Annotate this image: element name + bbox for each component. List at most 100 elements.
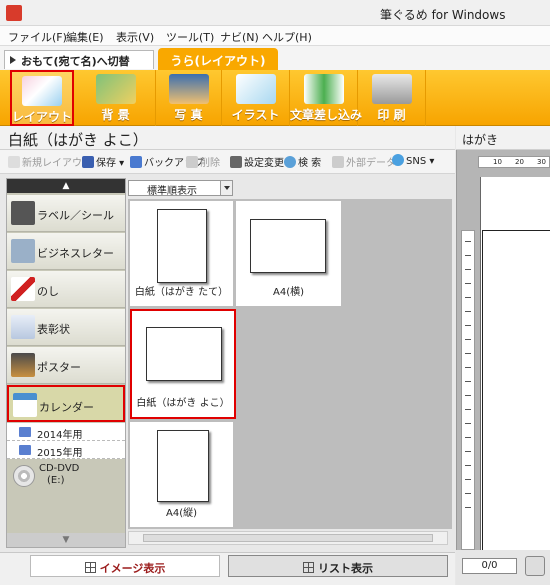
- scrollbar-thumb[interactable]: [143, 534, 433, 542]
- backup-icon: [130, 156, 142, 168]
- ribbon-illustration-button[interactable]: イラスト: [222, 70, 290, 126]
- preview-title: はがき: [456, 126, 550, 150]
- page-nav-button[interactable]: [525, 556, 545, 576]
- search-label: 検 索: [298, 158, 322, 169]
- subfolder-2014[interactable]: 2014年用: [7, 423, 125, 441]
- paper-thumbnail: [157, 430, 209, 502]
- delete-icon: [186, 156, 198, 168]
- menu-edit[interactable]: 編集(E): [66, 29, 104, 45]
- vertical-ruler: [461, 230, 475, 550]
- page-counter: 0/0: [462, 558, 517, 574]
- sns-icon: [392, 154, 404, 166]
- template-label: 白紙（はがき たて）: [134, 287, 229, 298]
- save-button[interactable]: 保存 ▾: [82, 154, 124, 169]
- template-label: A4(縦): [165, 508, 197, 519]
- search-icon: [284, 156, 296, 168]
- category-noshi-text: のし: [37, 285, 59, 298]
- template-item[interactable]: 白紙（はがき たて）: [130, 201, 233, 306]
- menu-tools[interactable]: ツール(T): [166, 29, 214, 45]
- category-certificate[interactable]: 表彰状: [7, 309, 125, 346]
- search-button[interactable]: 検 索: [284, 154, 321, 169]
- illustration-icon: [235, 74, 276, 104]
- settings-change-button[interactable]: 設定変更: [230, 154, 284, 169]
- category-label-text: ラベル／シール: [37, 209, 114, 222]
- subfolder-2015-label: 2015年用: [37, 448, 83, 459]
- save-label: 保存: [96, 158, 116, 169]
- horizontal-ruler: 10 20 30: [478, 156, 550, 168]
- ribbon-background-label: 背 景: [101, 108, 130, 122]
- category-label-sticker[interactable]: ラベル／シール: [7, 195, 125, 232]
- business-letter-icon: [11, 239, 35, 263]
- layout-icon: [22, 76, 62, 106]
- ribbon-print-label: 印 刷: [377, 108, 406, 122]
- scroll-up-button[interactable]: ▲: [7, 179, 125, 193]
- cd-dvd-icon: [13, 465, 35, 487]
- template-item-selected[interactable]: 白紙（はがき よこ）: [130, 309, 236, 419]
- folder-icon: [19, 427, 31, 437]
- category-poster[interactable]: ポスター: [7, 347, 125, 384]
- subfolder-2015[interactable]: 2015年用: [7, 441, 125, 459]
- category-calendar-text: カレンダー: [39, 401, 94, 414]
- menu-help[interactable]: ヘルプ(H): [262, 29, 312, 45]
- template-item[interactable]: A4(横): [236, 201, 341, 306]
- ruler-label: 20: [515, 158, 524, 166]
- category-noshi[interactable]: のし: [7, 271, 125, 308]
- ribbon-photo-button[interactable]: 写 真: [156, 70, 222, 126]
- settings-change-label: 設定変更: [244, 158, 284, 169]
- subfolder-2014-label: 2014年用: [37, 430, 83, 441]
- scroll-down-button[interactable]: ▼: [7, 533, 125, 547]
- tab-image-view[interactable]: イメージ表示: [30, 555, 220, 577]
- document-title: 白紙（はがき よこ）: [0, 126, 455, 150]
- delete-label: 削除: [200, 158, 220, 169]
- triangle-right-icon: [10, 56, 16, 64]
- category-certificate-text: 表彰状: [37, 323, 70, 336]
- menu-navi[interactable]: ナビ(N): [220, 29, 259, 45]
- view-tabs: イメージ表示 リスト表示: [0, 552, 455, 585]
- sort-order-value: 標準順表示: [147, 186, 197, 197]
- folder-icon: [19, 445, 31, 455]
- ribbon-background-button[interactable]: 背 景: [76, 70, 156, 126]
- ribbon-print-button[interactable]: 印 刷: [358, 70, 426, 126]
- photo-icon: [168, 74, 209, 104]
- back-layout-tab[interactable]: うら(レイアウト): [158, 48, 278, 70]
- template-item[interactable]: A4(縦): [130, 422, 233, 527]
- menu-bar: ファイル(F) 編集(E) 表示(V) ツール(T) ナビ(N) ヘルプ(H): [0, 26, 550, 46]
- poster-icon: [11, 353, 35, 377]
- category-poster-text: ポスター: [37, 361, 81, 374]
- drive-label: CD-DVD: [39, 463, 80, 474]
- tab-list-view[interactable]: リスト表示: [228, 555, 448, 577]
- sns-button[interactable]: SNS ▾: [392, 154, 434, 167]
- new-layout-button[interactable]: 新規レイアウト: [8, 154, 92, 169]
- paper-thumbnail: [250, 219, 326, 273]
- sort-order-select[interactable]: 標準順表示: [128, 180, 233, 197]
- layout-toolbar: 新規レイアウト 保存 ▾ バックアップ 削除 設定変更 検 索 外部データ SN…: [0, 150, 455, 174]
- drive-cd-dvd[interactable]: CD-DVD (E:): [7, 461, 125, 491]
- new-layout-icon: [8, 156, 20, 168]
- certificate-icon: [11, 315, 35, 339]
- ribbon-layout-label: レイアウト: [12, 110, 73, 124]
- noshi-icon: [11, 277, 35, 301]
- label-icon: [11, 201, 35, 225]
- calendar-icon: [13, 393, 37, 417]
- settings-icon: [230, 156, 242, 168]
- save-icon: [82, 156, 94, 168]
- drive-letter: (E:): [47, 475, 65, 486]
- paper-thumbnail: [146, 327, 222, 381]
- external-data-icon: [332, 156, 344, 168]
- category-calendar[interactable]: カレンダー: [7, 385, 125, 422]
- text-insert-icon: [303, 74, 344, 104]
- external-data-button[interactable]: 外部データ: [332, 154, 396, 169]
- delete-button[interactable]: 削除: [186, 154, 220, 169]
- printer-icon: [371, 74, 412, 104]
- horizontal-scrollbar[interactable]: [128, 531, 448, 545]
- ribbon-illustration-label: イラスト: [231, 108, 280, 122]
- title-bar: 筆ぐるめ for Windows: [0, 0, 550, 26]
- ribbon-layout-button[interactable]: レイアウト: [10, 70, 74, 126]
- ribbon-text-insert-button[interactable]: 文章差し込み: [290, 70, 362, 126]
- ribbon-photo-label: 写 真: [174, 108, 203, 122]
- category-business-letter[interactable]: ビジネスレター: [7, 233, 125, 270]
- menu-file[interactable]: ファイル(F): [8, 29, 67, 45]
- menu-view[interactable]: 表示(V): [116, 29, 154, 45]
- list-icon: [303, 562, 314, 573]
- switch-to-front-tab[interactable]: おもて(宛て名)へ切替: [4, 50, 154, 69]
